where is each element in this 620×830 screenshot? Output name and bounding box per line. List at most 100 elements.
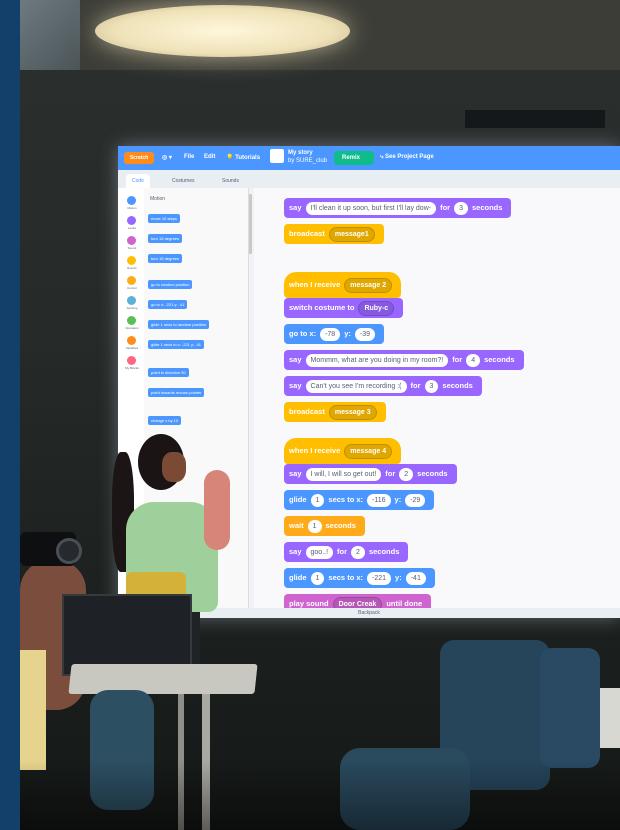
script-block[interactable]: broadcast message 3	[284, 402, 386, 422]
chair	[540, 648, 600, 768]
block-text: seconds	[325, 521, 356, 530]
remix-button[interactable]: Remix	[334, 151, 374, 165]
block-text: for	[410, 381, 421, 390]
block-input[interactable]: 3	[454, 201, 468, 215]
block-dropdown[interactable]: message 3	[328, 404, 377, 420]
block-opcode-text: broadcast	[289, 229, 325, 238]
palette-block[interactable]: go to x: -221 y: -41	[148, 300, 188, 309]
block-text: secs to x:	[328, 573, 364, 582]
window	[20, 0, 80, 70]
block-input[interactable]: goo..!	[305, 545, 334, 559]
block-input[interactable]: 2	[351, 545, 365, 559]
block-text: for	[452, 355, 463, 364]
palette-scrollbar[interactable]	[249, 194, 252, 254]
floor-shadow	[20, 760, 620, 830]
block-input[interactable]: 4	[466, 353, 481, 367]
block-input[interactable]: -78	[320, 327, 341, 341]
block-opcode-text: when I receive	[289, 446, 341, 455]
category-motion[interactable]	[127, 196, 136, 205]
block-opcode-text: say	[289, 547, 302, 556]
block-opcode-text: when I receive	[289, 280, 341, 289]
block-dropdown[interactable]: message 4	[344, 443, 393, 459]
block-input[interactable]: -39	[354, 327, 375, 341]
block-input[interactable]: -41	[405, 571, 426, 585]
script-block[interactable]: glide 1 secs to x: -116 y: -29	[284, 490, 435, 510]
menu-tutorials[interactable]: 💡 Tutorials	[226, 154, 260, 161]
globe-icon[interactable]: ◎ ▾	[162, 154, 172, 161]
block-input[interactable]: 2	[399, 467, 414, 481]
category-looks[interactable]	[127, 216, 136, 225]
script-block[interactable]: say Can't you see I'm recording :(for 3 sec…	[284, 376, 482, 396]
code-workspace[interactable]: say I'll clean it up soon, but first I'll…	[254, 188, 620, 614]
block-input[interactable]: 1	[310, 571, 325, 585]
presenter-face	[162, 452, 186, 482]
category-sound[interactable]	[127, 236, 136, 245]
script-block[interactable]: broadcast message1	[284, 224, 384, 244]
scratch-menu-bar: Scratch ◎ ▾ File Edit 💡 Tutorials My sto…	[118, 146, 620, 170]
palette-block[interactable]: glide 1 secs to random position	[148, 320, 210, 329]
script-block[interactable]: say Mommm, what are you doing in my room?…	[284, 350, 524, 370]
project-title[interactable]: My story	[288, 150, 313, 156]
palette-title: Motion	[150, 196, 166, 202]
category-sensing[interactable]	[127, 296, 136, 305]
block-input[interactable]: -116	[367, 493, 391, 507]
block-opcode-text: say	[289, 355, 302, 364]
palette-block[interactable]: turn 15 degrees	[148, 254, 183, 263]
ceiling-lamp	[95, 5, 350, 57]
category-variables[interactable]	[127, 336, 136, 345]
block-text: for	[440, 203, 451, 212]
block-input[interactable]: I'll clean it up soon, but first I'll la…	[305, 201, 437, 215]
block-text: for	[337, 547, 348, 556]
block-input[interactable]: -29	[405, 493, 426, 507]
see-project-page-link[interactable]: ⤷ See Project Page	[380, 154, 434, 161]
block-input[interactable]: 1	[310, 493, 325, 507]
block-text: seconds	[484, 355, 515, 364]
script-block[interactable]: wait 1 seconds	[284, 516, 365, 536]
block-opcode-text: wait	[289, 521, 304, 530]
block-text: secs to x:	[328, 495, 364, 504]
script-block[interactable]: say I'll clean it up soon, but first I'll…	[284, 198, 512, 218]
category-events[interactable]	[127, 256, 136, 265]
window-frame	[0, 0, 20, 830]
block-input[interactable]: Can't you see I'm recording :(	[305, 379, 407, 393]
category-operators[interactable]	[127, 316, 136, 325]
script-block[interactable]: when I receive message 4	[284, 438, 402, 464]
person-shirt	[20, 650, 46, 770]
block-input[interactable]: 3	[424, 379, 439, 393]
menu-file[interactable]: File	[184, 154, 194, 160]
script-block[interactable]: when I receive message 2	[284, 272, 402, 298]
scratch-logo[interactable]: Scratch	[124, 152, 154, 164]
menu-edit[interactable]: Edit	[204, 154, 215, 160]
tab-sounds[interactable]: Sounds	[216, 174, 245, 188]
block-text: seconds	[471, 203, 503, 212]
palette-block[interactable]: turn 15 degrees	[148, 234, 183, 243]
block-input[interactable]: -221	[367, 571, 392, 585]
block-text: seconds	[368, 547, 400, 556]
category-control[interactable]	[127, 276, 136, 285]
script-block[interactable]: say I will, I will so get out! for 2 seconds	[284, 464, 457, 484]
script-block[interactable]: switch costume to Ruby-c	[284, 298, 404, 318]
palette-block[interactable]: point towards mouse-pointer	[148, 388, 205, 397]
palette-block[interactable]: point in direction 90	[148, 368, 189, 377]
script-block[interactable]: glide 1 secs to x: -221 y: -41	[284, 568, 435, 588]
block-dropdown[interactable]: Ruby-c	[358, 300, 395, 316]
project-author: by SURE_club	[288, 158, 328, 164]
palette-block[interactable]: move 10 steps	[148, 214, 181, 223]
table	[68, 664, 258, 694]
palette-block[interactable]: glide 1 secs to x: -221 y: -41	[148, 340, 205, 349]
palette-block[interactable]: change x by 10	[148, 416, 182, 425]
palette-block[interactable]: go to random position	[148, 280, 193, 289]
block-opcode-text: say	[289, 469, 302, 478]
block-text: for	[385, 469, 396, 478]
block-input[interactable]: I will, I will so get out!	[305, 467, 382, 481]
tab-code[interactable]: Code	[126, 174, 150, 188]
tab-costumes[interactable]: Costumes	[166, 174, 201, 188]
block-dropdown[interactable]: message 2	[344, 277, 393, 293]
script-block[interactable]: go to x: -78 y: -39	[284, 324, 384, 344]
category-my-blocks[interactable]	[127, 356, 136, 365]
block-input[interactable]: Mommm, what are you doing in my room?!	[305, 353, 449, 367]
block-input[interactable]: 1	[307, 519, 322, 533]
camera-lens	[56, 538, 82, 564]
block-dropdown[interactable]: message1	[328, 226, 375, 242]
script-block[interactable]: say goo..! for 2 seconds	[284, 542, 409, 562]
